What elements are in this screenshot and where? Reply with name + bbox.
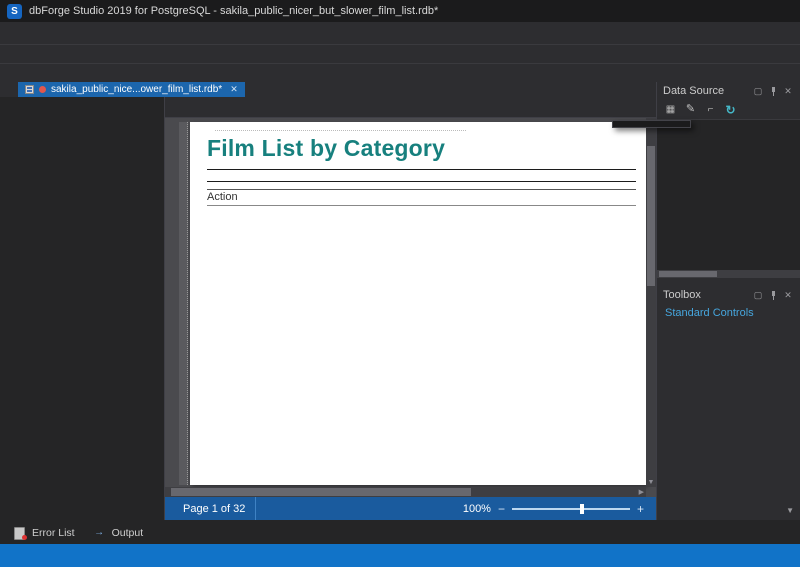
refresh-icon[interactable] <box>722 102 739 118</box>
app-logo-icon: S <box>7 4 22 19</box>
panel-close-icon[interactable]: ✕ <box>782 290 794 301</box>
report-table-header <box>207 169 636 182</box>
toolbox-panel: Toolbox ▢ ✕ Standard Controls ▼ <box>657 286 800 518</box>
vertical-scrollbar[interactable]: ▲ ▼ <box>646 118 656 487</box>
zoom-minus-icon[interactable]: − <box>498 502 505 516</box>
tab-close-icon[interactable]: ✕ <box>230 84 238 95</box>
zoom-value: 100% <box>463 503 491 515</box>
toolbox-section-header[interactable]: Standard Controls <box>657 304 800 322</box>
preview-canvas: Film List by Category Action ▲ ▼ ▶ <box>165 118 656 497</box>
toolbox-scroll-down-icon[interactable]: ▼ <box>786 506 794 515</box>
panel-pin-icon[interactable] <box>768 290 778 300</box>
edit-query-icon[interactable] <box>682 102 699 118</box>
page-indicator: Page 1 of 32 <box>173 497 256 520</box>
scroll-right-icon[interactable]: ▶ <box>639 488 644 496</box>
export-dropdown-menu <box>612 120 691 128</box>
report-title: Film List by Category <box>207 135 636 162</box>
data-source-tree <box>657 120 800 270</box>
titlebar: S dbForge Studio 2019 for PostgreSQL - s… <box>0 0 800 22</box>
window-title: dbForge Studio 2019 for PostgreSQL - sak… <box>29 5 438 17</box>
report-file-icon <box>25 85 34 94</box>
output-icon <box>91 525 108 541</box>
document-tab-strip: sakila_public_nice...ower_film_list.rdb*… <box>0 82 656 97</box>
view-tabs-bar: Page 1 of 32 100% − + <box>165 497 656 520</box>
panel-maximize-icon[interactable]: ▢ <box>752 290 764 301</box>
data-source-panel: Data Source ▢ ✕ <box>657 82 800 278</box>
preview-toolbar <box>165 97 656 118</box>
modified-dot-icon <box>39 86 46 93</box>
toolbox-panel-title: Toolbox <box>663 289 748 301</box>
toolbar-standard <box>0 44 800 63</box>
datasource-wrench-icon[interactable] <box>702 102 719 118</box>
zoom-slider-thumb[interactable] <box>580 504 584 514</box>
right-panels: Data Source ▢ ✕ Toolbox ▢ ✕ Standard Con <box>656 82 800 520</box>
report-group-label: Action <box>207 189 636 206</box>
data-source-panel-title: Data Source <box>663 85 748 97</box>
status-bar <box>0 544 800 567</box>
document-tab[interactable]: sakila_public_nice...ower_film_list.rdb*… <box>18 82 245 97</box>
vertical-scroll-thumb[interactable] <box>647 146 655 286</box>
toolbar-format <box>0 63 800 82</box>
data-source-toolbar <box>657 100 800 120</box>
report-page: Film List by Category Action <box>190 122 646 485</box>
output-button[interactable]: Output <box>84 523 151 543</box>
margin-guide <box>179 122 188 485</box>
clipboard-error-icon <box>11 525 28 541</box>
data-source-scroll-thumb[interactable] <box>659 271 717 277</box>
zoom-plus-icon[interactable]: + <box>637 502 644 516</box>
report-structure-tree <box>0 97 165 520</box>
zoom-slider[interactable] <box>512 508 630 510</box>
horizontal-scroll-thumb[interactable] <box>171 488 471 496</box>
document-tab-title: sakila_public_nice...ower_film_list.rdb* <box>51 84 222 95</box>
add-datasource-icon[interactable] <box>662 102 679 118</box>
panel-maximize-icon[interactable]: ▢ <box>752 86 764 97</box>
data-source-hscrollbar[interactable] <box>657 270 800 278</box>
panel-pin-icon[interactable] <box>768 86 778 96</box>
bottom-tool-strip: Error List Output <box>0 520 800 544</box>
toolbox-list: ▼ <box>657 322 800 518</box>
error-list-button[interactable]: Error List <box>4 523 82 543</box>
horizontal-scrollbar[interactable]: ▶ <box>165 487 646 497</box>
margin-guide-top <box>215 130 466 131</box>
menubar <box>0 22 800 44</box>
zoom-control: 100% − + <box>463 502 650 516</box>
panel-close-icon[interactable]: ✕ <box>782 86 794 97</box>
scroll-down-icon[interactable]: ▼ <box>646 479 656 486</box>
main-area: sakila_public_nice...ower_film_list.rdb*… <box>0 82 800 520</box>
